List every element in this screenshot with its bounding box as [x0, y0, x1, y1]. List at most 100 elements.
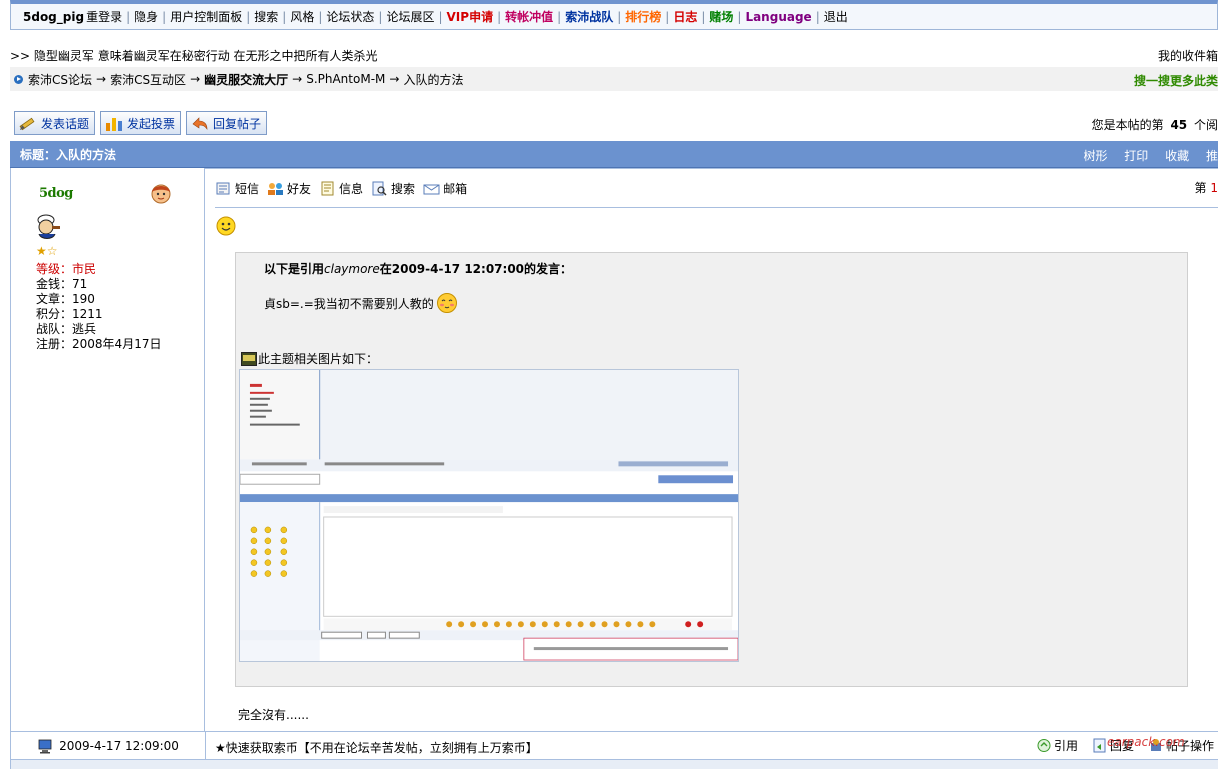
floor-value: 1	[1210, 181, 1218, 195]
breadcrumb-arrow: →	[96, 72, 107, 86]
stat-points: 积分：1211	[36, 307, 161, 322]
stat-money-label: 金钱：	[36, 277, 73, 291]
nav-item[interactable]: 用户控制面板	[170, 10, 242, 24]
nav-separator: |	[378, 10, 383, 24]
search-posts-button[interactable]: 搜索	[371, 180, 415, 197]
breadcrumb-board[interactable]: 幽灵服交流大厅	[204, 71, 288, 88]
nav-separator: |	[665, 10, 670, 24]
stat-money-value: 71	[72, 277, 88, 291]
quote-button[interactable]: 引用	[1036, 737, 1078, 754]
search-label: 搜索	[391, 182, 416, 196]
friends-label: 好友	[287, 182, 312, 196]
quote-suffix: 在2009-4-17 12:07:00的发言：	[379, 262, 573, 276]
mail-label: 邮箱	[443, 182, 468, 196]
stat-team-value: 逃兵	[72, 322, 97, 336]
announcement[interactable]: >> 隐型幽灵军 意味着幽灵军在秘密行动 在无形之中把所有人类杀光	[10, 47, 378, 64]
nav-item[interactable]: 退出	[824, 10, 848, 24]
breadcrumb-section[interactable]: 索沛CS互动区	[110, 71, 186, 88]
new-poll-label: 发起投票	[127, 116, 176, 131]
recommend-link[interactable]: 推	[1206, 149, 1218, 163]
tree-view-link[interactable]: 树形	[1083, 149, 1107, 163]
breadcrumb: 索沛CS论坛 → 索沛CS互动区 → 幽灵服交流大厅 → S.PhAntoM-M…	[10, 67, 1218, 91]
nav-item[interactable]: Language	[745, 10, 811, 24]
post-end-text: 完全沒有......	[238, 708, 309, 722]
print-link[interactable]: 打印	[1124, 149, 1148, 163]
quote-body: 貞sb=.=我当初不需要别人教的	[264, 296, 434, 311]
stat-registered: 注册：2008年4月17日	[36, 337, 161, 352]
breadcrumb-forum[interactable]: 索沛CS论坛	[28, 71, 92, 88]
nav-item[interactable]: 重登录	[86, 10, 122, 24]
user-info-button[interactable]: 信息	[319, 180, 363, 197]
stat-team: 战队：逃兵	[36, 322, 161, 337]
stat-points-label: 积分：	[36, 307, 73, 321]
nav-item[interactable]: 日志	[673, 10, 697, 24]
inbox-link[interactable]: 我的收件箱	[1158, 47, 1218, 64]
stat-money: 金钱：71	[36, 277, 161, 292]
nav-item[interactable]: 论坛展区	[386, 10, 434, 24]
quote-prefix: 以下是引用	[264, 262, 325, 276]
nav-separator: |	[126, 10, 131, 24]
reply-button[interactable]: 回复帖子	[186, 111, 268, 135]
top-nav-bar: 5dog_pig 重登录 | 隐身 | 用户控制面板 | 搜索 | 风格 | 论坛状态 | 论坛展区 | V…	[10, 0, 1218, 30]
username-link[interactable]: 5dog_pig	[23, 10, 84, 24]
stat-posts-value: 190	[72, 292, 95, 306]
stat-level: 等级：市民	[36, 262, 161, 277]
quote-header: 以下是引用claymore在2009-4-17 12:07:00的发言：	[264, 260, 572, 277]
new-topic-label: 发表话题	[41, 116, 90, 131]
send-message-button[interactable]: 短信	[215, 180, 259, 197]
quote-icon	[1037, 739, 1051, 752]
nav-separator: |	[318, 10, 323, 24]
author-panel: 5dog ★☆ 等级：市民 金钱：71 文章：190 积分：1211 战队：逃兵…	[10, 168, 205, 731]
attached-screenshot[interactable]	[239, 369, 739, 662]
breadcrumb-subboard[interactable]: S.PhAntoM-M	[306, 72, 385, 86]
view-count-suffix: 个阅	[1193, 118, 1218, 132]
nav-item[interactable]: 转帐冲值	[505, 10, 553, 24]
post-date-cell: 2009-4-17 12:09:00	[11, 732, 206, 760]
nav-separator: |	[162, 10, 167, 24]
nav-separator: |	[617, 10, 622, 24]
reply-label: 回复帖子	[213, 116, 262, 131]
author-stats: 等级：市民 金钱：71 文章：190 积分：1211 战队：逃兵 注册：2008…	[36, 262, 161, 352]
quote-text: 貞sb=.=我当初不需要别人教的	[264, 292, 458, 314]
stat-level-label: 等级：	[36, 262, 73, 276]
new-poll-button[interactable]: 发起投票	[100, 111, 182, 135]
breadcrumb-topic: 入队的方法	[403, 72, 464, 87]
nav-item[interactable]: VIP申请	[447, 10, 494, 24]
new-topic-button[interactable]: 发表话题	[14, 111, 96, 135]
stat-posts-label: 文章：	[36, 292, 73, 306]
friends-icon	[268, 183, 284, 195]
breadcrumb-arrow: →	[190, 72, 201, 86]
stat-points-value: 1211	[72, 307, 103, 321]
reply-icon	[1093, 738, 1106, 753]
next-post-strip	[10, 760, 1218, 769]
stat-posts: 文章：190	[36, 292, 161, 307]
rank-stars: ★☆	[36, 244, 58, 258]
stat-registered-value: 2008年4月17日	[72, 337, 162, 351]
add-friend-button[interactable]: 好友	[267, 180, 311, 197]
nav-item[interactable]: 论坛状态	[326, 10, 374, 24]
search-more-link[interactable]: 搜一搜更多此类	[1134, 72, 1218, 89]
author-name[interactable]: 5dog	[39, 186, 73, 201]
floor-prefix: 第	[1194, 181, 1207, 195]
nav-item[interactable]: 索沛战队	[565, 10, 613, 24]
nav-item[interactable]: 隐身	[134, 10, 158, 24]
nav-separator: |	[701, 10, 706, 24]
email-button[interactable]: 邮箱	[423, 180, 467, 197]
favorite-link[interactable]: 收藏	[1165, 149, 1189, 163]
topic-title: 标题：入队的方法	[20, 147, 117, 162]
pencil-icon	[19, 117, 35, 131]
nav-item[interactable]: 风格	[290, 10, 314, 24]
nav-separator: |	[497, 10, 502, 24]
nav-item[interactable]: 排行榜	[625, 10, 661, 24]
search-icon	[372, 181, 387, 196]
smiley-icon	[216, 216, 236, 236]
post-icon-bar: 短信 好友 信息 搜索 邮箱	[215, 180, 467, 197]
message-icon	[216, 182, 230, 195]
topic-title-bar: 标题：入队的方法 树形 打印 收藏 推	[10, 141, 1218, 168]
promo-link[interactable]: ★快速获取索币【不用在论坛辛苦发帖，立刻拥有上万索币】	[215, 739, 538, 756]
nav-item[interactable]: 搜索	[254, 10, 278, 24]
attachment-label: 此主题相关图片如下：	[241, 350, 378, 367]
divider	[215, 207, 1218, 208]
reply-arrow-icon	[192, 117, 208, 130]
nav-item[interactable]: 赌场	[709, 10, 733, 24]
